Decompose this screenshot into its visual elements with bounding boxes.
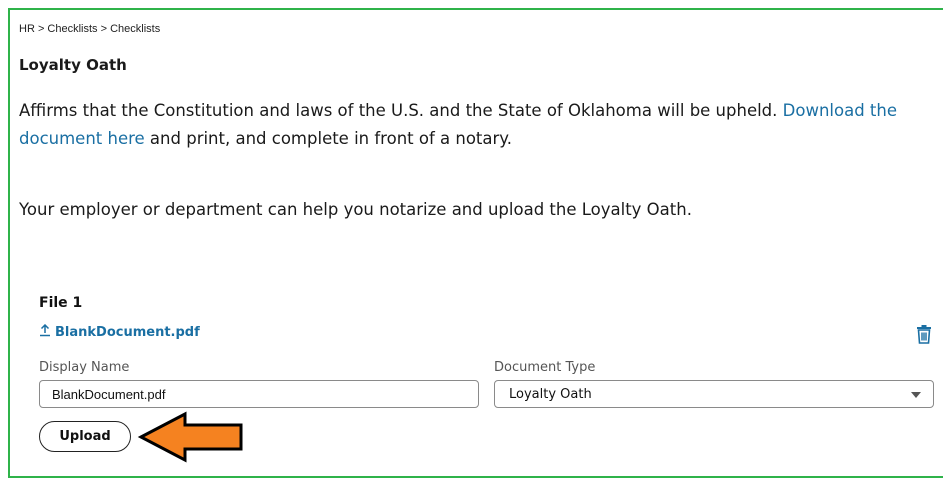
- document-type-label: Document Type: [494, 360, 596, 375]
- display-name-input[interactable]: [39, 380, 479, 408]
- document-type-select[interactable]: Loyalty Oath: [494, 380, 934, 408]
- description-text-before: Affirms that the Constitution and laws o…: [19, 101, 783, 120]
- document-type-value: Loyalty Oath: [509, 387, 592, 402]
- chevron-down-icon: [911, 392, 921, 398]
- help-text: Your employer or department can help you…: [19, 200, 692, 219]
- description-text-after: and print, and complete in front of a no…: [144, 129, 512, 148]
- page-title: Loyalty Oath: [19, 56, 127, 74]
- trash-icon[interactable]: [916, 325, 934, 345]
- description-text: Affirms that the Constitution and laws o…: [19, 97, 929, 153]
- breadcrumb: HR > Checklists > Checklists: [19, 23, 161, 35]
- upload-button[interactable]: Upload: [39, 421, 131, 452]
- file-heading: File 1: [39, 295, 83, 311]
- upload-arrow-icon: [39, 323, 51, 341]
- file-link-label: BlankDocument.pdf: [55, 325, 200, 340]
- annotation-arrow-icon: [137, 411, 243, 463]
- file-link[interactable]: BlankDocument.pdf: [39, 323, 200, 341]
- display-name-label: Display Name: [39, 360, 130, 375]
